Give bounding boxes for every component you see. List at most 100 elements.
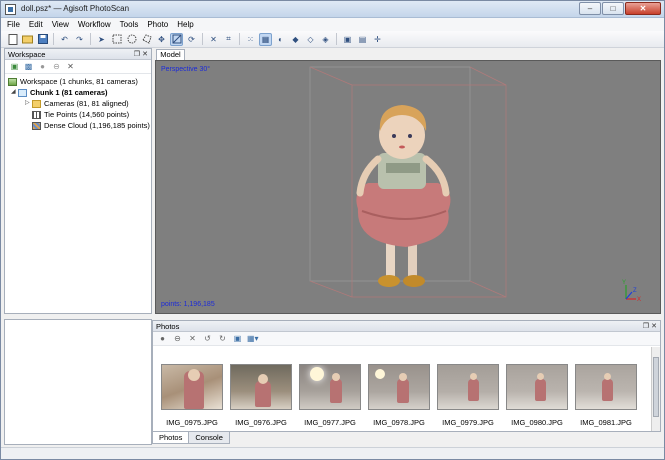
perspective-label: Perspective 30° (161, 66, 211, 73)
tab-console[interactable]: Console (188, 432, 230, 444)
expand-arrow-icon[interactable]: ▷ (25, 98, 32, 109)
new-file-icon[interactable] (6, 33, 19, 46)
tie-points-icon (32, 110, 41, 119)
photo-thumbnail[interactable]: IMG_0977.JPG (299, 364, 361, 427)
disable-camera-icon[interactable]: ⊖ (172, 333, 183, 344)
rotate-left-icon[interactable]: ↺ (202, 333, 213, 344)
maximize-button[interactable]: □ (602, 2, 624, 15)
view-mode-icon[interactable]: ▦▾ (247, 333, 259, 344)
move-object-icon[interactable]: ✥ (155, 33, 168, 46)
close-panel-icon[interactable]: ✕ (651, 321, 657, 332)
redo-icon[interactable]: ↷ (73, 33, 86, 46)
navigation-cursor-icon[interactable]: ➤ (95, 33, 108, 46)
photo-filename: IMG_0976.JPG (235, 418, 287, 427)
photos-title: Photos (156, 322, 180, 331)
photo-filename: IMG_0981.JPG (580, 418, 632, 427)
minimize-button[interactable]: – (579, 2, 601, 15)
photo-filename: IMG_0980.JPG (511, 418, 563, 427)
float-panel-icon[interactable]: ❐ (643, 321, 649, 332)
tree-chunk[interactable]: ◢ Chunk 1 (81 cameras) (8, 87, 151, 98)
rectangle-selection-icon[interactable] (110, 33, 123, 46)
workspace-toolbar: ▣ ▩ ● ⊖ ✕ (5, 60, 151, 74)
workspace-title: Workspace (8, 50, 46, 59)
close-panel-icon[interactable]: ✕ (142, 49, 148, 60)
float-panel-icon[interactable]: ❐ (134, 49, 140, 60)
collapse-arrow-icon[interactable]: ◢ (11, 87, 18, 98)
folder-icon (32, 99, 41, 108)
tab-model[interactable]: Model (156, 49, 185, 60)
dense-cloud-icon (32, 121, 41, 130)
menu-file[interactable]: File (7, 18, 20, 31)
photo-thumbnail[interactable]: IMG_0975.JPG (161, 364, 223, 427)
photo-thumbnail[interactable]: IMG_0979.JPG (437, 364, 499, 427)
show-cameras-icon[interactable]: ▣ (341, 33, 354, 46)
add-chunk-icon[interactable]: ▣ (9, 61, 20, 72)
rotate-right-icon[interactable]: ↻ (217, 333, 228, 344)
tree-workspace-root[interactable]: Workspace (1 chunks, 81 cameras) (8, 76, 151, 87)
tab-photos[interactable]: Photos (152, 432, 190, 444)
reset-view-icon[interactable]: ✛ (371, 33, 384, 46)
menu-edit[interactable]: Edit (29, 18, 43, 31)
shaded-model-icon[interactable]: ◐ (274, 33, 287, 46)
empty-panel (4, 319, 152, 445)
photos-scrollbar[interactable] (651, 347, 660, 431)
tree-label: Workspace (1 chunks, 81 cameras) (20, 77, 138, 86)
tree-dense-cloud[interactable]: Dense Cloud (1,196,185 points) (8, 120, 151, 131)
model-viewport[interactable]: X Y Z Perspective 30° points: 1,196,185 (155, 60, 661, 314)
menu-workflow[interactable]: Workflow (78, 18, 111, 31)
tree-tie-points[interactable]: Tie Points (14,560 points) (8, 109, 151, 120)
add-photos-icon[interactable]: ▩ (23, 61, 34, 72)
workspace-panel: Workspace ❐ ✕ ▣ ▩ ● ⊖ ✕ Workspace (1 chu… (4, 48, 152, 314)
save-icon[interactable] (36, 33, 49, 46)
undo-icon[interactable]: ↶ (58, 33, 71, 46)
photo-image (230, 364, 292, 410)
photo-thumbnail[interactable]: IMG_0978.JPG (368, 364, 430, 427)
rotate-region-icon[interactable]: ⟳ (185, 33, 198, 46)
chunk-icon (18, 88, 27, 97)
menu-tools[interactable]: Tools (120, 18, 139, 31)
photos-title-bar: Photos ❐ ✕ (153, 321, 660, 332)
remove-item-icon[interactable]: ✕ (65, 61, 76, 72)
free-form-selection-icon[interactable] (140, 33, 153, 46)
tree-cameras[interactable]: ▷ Cameras (81, 81 aligned) (8, 98, 151, 109)
menu-photo[interactable]: Photo (147, 18, 168, 31)
wireframe-model-icon[interactable]: ◇ (304, 33, 317, 46)
tree-label: Cameras (81, 81 aligned) (44, 99, 129, 108)
photo-thumbnail[interactable]: IMG_0981.JPG (575, 364, 637, 427)
enable-camera-icon[interactable]: ● (157, 333, 168, 344)
photo-thumbnail[interactable]: IMG_0980.JPG (506, 364, 568, 427)
show-region-icon[interactable]: ▤ (356, 33, 369, 46)
photo-image (575, 364, 637, 410)
remove-camera-icon[interactable]: ✕ (187, 333, 198, 344)
textured-model-icon[interactable]: ◈ (319, 33, 332, 46)
delete-selection-icon[interactable]: ✕ (207, 33, 220, 46)
toolbar-separator (239, 33, 240, 45)
close-button[interactable]: ✕ (625, 2, 661, 15)
points-count-label: points: 1,196,185 (161, 301, 215, 308)
axis-x-label: X (637, 297, 641, 303)
toolbar-separator (336, 33, 337, 45)
photo-thumbnail[interactable]: IMG_0976.JPG (230, 364, 292, 427)
menu-view[interactable]: View (52, 18, 69, 31)
open-folder-icon[interactable] (21, 33, 34, 46)
photo-filename: IMG_0978.JPG (373, 418, 425, 427)
circle-selection-icon[interactable] (125, 33, 138, 46)
resize-region-icon[interactable] (170, 32, 183, 46)
app-window: doll.psz* — Agisoft PhotoScan – □ ✕ File… (0, 0, 665, 460)
crop-selection-icon[interactable]: ⌗ (222, 33, 235, 46)
enable-camera-icon[interactable]: ● (37, 61, 48, 72)
photo-image (437, 364, 499, 410)
scrollbar-thumb[interactable] (653, 357, 659, 417)
status-bar (1, 447, 664, 459)
reset-filter-icon[interactable]: ▣ (232, 333, 243, 344)
solid-model-icon[interactable]: ◆ (289, 33, 302, 46)
photo-filename: IMG_0975.JPG (166, 418, 218, 427)
toolbar-separator (53, 33, 54, 45)
dense-cloud-view-icon[interactable]: ▦ (259, 32, 272, 46)
photo-filename: IMG_0979.JPG (442, 418, 494, 427)
menu-bar: File Edit View Workflow Tools Photo Help (1, 18, 664, 31)
disable-camera-icon[interactable]: ⊖ (51, 61, 62, 72)
point-cloud-view-icon[interactable]: ⁙ (244, 33, 257, 46)
menu-help[interactable]: Help (177, 18, 193, 31)
photo-image (368, 364, 430, 410)
